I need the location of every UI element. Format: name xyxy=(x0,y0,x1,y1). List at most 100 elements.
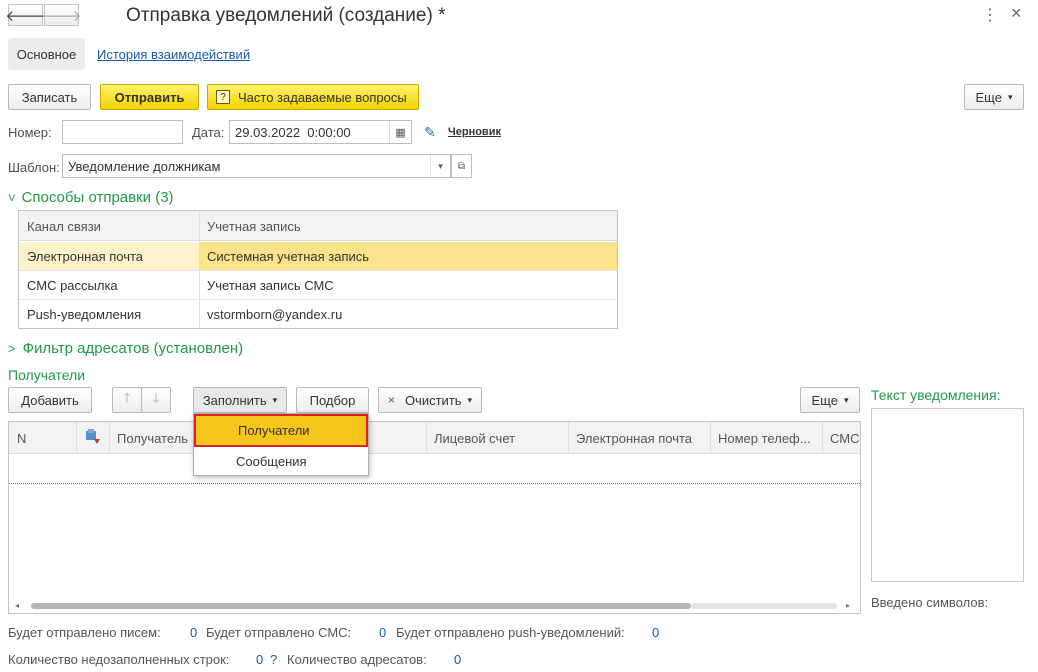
table-cell-channel[interactable]: СМС рассылка xyxy=(27,278,118,293)
dropdown-icon[interactable]: ▾ xyxy=(430,155,450,177)
arrow-left-icon: 🡐 xyxy=(5,7,46,25)
forward-button[interactable]: 🡒 xyxy=(41,4,82,26)
filter-title: Фильтр адресатов (установлен) xyxy=(22,340,244,357)
table-cell-account[interactable]: Учетная запись СМС xyxy=(207,278,334,293)
recipients-table: N Получатель Лицевой счет Электронная по… xyxy=(8,421,861,614)
column-header-account: Лицевой счет xyxy=(434,431,516,446)
incomplete-rows-label: Количество недозаполненных строк: xyxy=(8,652,230,667)
recipients-more-label: Еще xyxy=(811,392,838,408)
menu-item-recipients[interactable]: Получатели xyxy=(194,414,368,447)
move-up-button[interactable]: 🡑 xyxy=(112,387,142,413)
scroll-right-icon[interactable]: ▸ xyxy=(846,601,850,610)
methods-title: Способы отправки (3) xyxy=(21,189,174,206)
recipients-count-label: Количество адресатов: xyxy=(287,652,427,667)
edit-status-icon: ✎ xyxy=(424,124,436,140)
menu-item-recipients-label: Получатели xyxy=(238,423,310,438)
push-count-label: Будет отправлено push-уведомлений: xyxy=(396,625,625,640)
faq-button-label: Часто задаваемые вопросы xyxy=(238,89,407,105)
table-cell-account[interactable]: vstormborn@yandex.ru xyxy=(207,307,342,322)
pick-button[interactable]: Подбор xyxy=(296,387,369,413)
chars-count-label: Введено символов: xyxy=(871,595,989,610)
column-header-account: Учетная запись xyxy=(207,219,301,234)
sms-count-label: Будет отправлено СМС: xyxy=(206,625,352,640)
clear-button[interactable]: × Очистить ▾ xyxy=(378,387,482,413)
arrow-down-icon: 🡓 xyxy=(152,390,160,405)
methods-table-header xyxy=(19,211,617,241)
menu-item-messages-label: Сообщения xyxy=(236,454,307,469)
status-link[interactable]: Черновик xyxy=(448,126,501,138)
date-field[interactable]: 29.03.2022 0:00:00 ▦ xyxy=(229,120,412,144)
date-label: Дата: xyxy=(192,125,225,140)
column-header-channel: Канал связи xyxy=(27,219,101,234)
template-field[interactable]: Уведомление должникам ▾ xyxy=(62,154,451,178)
recipients-title: Получатели xyxy=(8,367,86,383)
question-icon: ? xyxy=(216,90,230,104)
methods-section-toggle[interactable]: > Способы отправки (3) xyxy=(4,189,174,206)
save-button-label: Записать xyxy=(21,89,78,105)
arrow-up-icon: 🡑 xyxy=(123,390,131,405)
send-button[interactable]: Отправить xyxy=(100,84,199,110)
close-icon: × xyxy=(387,393,395,407)
scrollbar-track xyxy=(691,603,837,609)
column-header-recipient: Получатель xyxy=(117,431,189,446)
number-field[interactable] xyxy=(62,120,183,144)
column-header-phone: Номер телеф... xyxy=(718,431,811,446)
horizontal-scrollbar[interactable] xyxy=(31,603,691,609)
message-title: Текст уведомления: xyxy=(871,387,1001,403)
filter-section-toggle[interactable]: > Фильтр адресатов (установлен) xyxy=(8,340,243,357)
tab-main-label: Основное xyxy=(16,46,77,62)
letters-count-label: Будет отправлено писем: xyxy=(8,625,161,640)
menu-item-messages[interactable]: Сообщения xyxy=(194,448,368,475)
move-down-button[interactable]: 🡓 xyxy=(141,387,171,413)
number-label: Номер: xyxy=(8,125,52,140)
template-value: Уведомление должникам xyxy=(68,159,221,174)
fill-button-label: Заполнить xyxy=(202,392,267,408)
date-value: 29.03.2022 0:00:00 xyxy=(235,125,351,140)
window-title: Отправка уведомлений (создание) * xyxy=(126,5,446,26)
pick-button-label: Подбор xyxy=(309,392,356,408)
more-button[interactable]: Еще ▾ xyxy=(964,84,1024,110)
clear-button-label: Очистить xyxy=(404,392,462,408)
add-button[interactable]: Добавить xyxy=(8,387,92,413)
column-header-email: Электронная почта xyxy=(576,431,693,446)
back-button[interactable]: 🡐 xyxy=(5,4,46,26)
sms-count-value: 0 xyxy=(379,625,387,640)
close-icon[interactable]: × xyxy=(1011,3,1022,24)
incomplete-rows-value: 0 xyxy=(256,652,264,667)
recipients-count-value: 0 xyxy=(454,652,462,667)
table-cell-channel[interactable]: Push-уведомления xyxy=(27,307,141,322)
save-button[interactable]: Записать xyxy=(8,84,91,110)
caret-down-icon: ▾ xyxy=(843,394,849,405)
recipient-type-icon xyxy=(84,428,102,446)
add-button-label: Добавить xyxy=(21,392,79,408)
methods-table: Канал связи Учетная запись Электронная п… xyxy=(18,210,618,329)
scroll-left-icon[interactable]: ◂ xyxy=(15,601,19,610)
more-actions-icon[interactable]: ⋮ xyxy=(982,5,998,25)
column-header-n: N xyxy=(17,431,27,446)
new-row-marker xyxy=(9,483,860,484)
tab-history[interactable]: История взаимодействий xyxy=(97,47,250,62)
fill-dropdown-menu: Получатели Сообщения xyxy=(193,413,369,476)
caret-down-icon: ▾ xyxy=(467,394,473,405)
tab-main[interactable]: Основное xyxy=(8,38,85,70)
push-count-value: 0 xyxy=(652,625,660,640)
caret-down-icon: ▾ xyxy=(272,394,278,405)
table-cell-account[interactable]: Системная учетная запись xyxy=(207,249,369,264)
help-icon[interactable]: ? xyxy=(270,652,277,667)
send-button-label: Отправить xyxy=(114,89,185,105)
column-header-sms: СМС xyxy=(830,431,860,446)
calendar-icon[interactable]: ▦ xyxy=(389,121,411,143)
caret-down-icon: ▾ xyxy=(1007,91,1013,102)
chevron-down-icon: > xyxy=(4,193,20,202)
letters-count-value: 0 xyxy=(190,625,198,640)
fill-button[interactable]: Заполнить ▾ xyxy=(193,387,287,413)
chevron-right-icon: > xyxy=(8,341,16,356)
arrow-right-icon: 🡒 xyxy=(41,7,82,25)
faq-button[interactable]: ? Часто задаваемые вопросы xyxy=(207,84,419,110)
message-textarea[interactable] xyxy=(871,408,1024,582)
recipients-more-button[interactable]: Еще ▾ xyxy=(800,387,860,413)
more-button-label: Еще xyxy=(975,89,1002,105)
template-label: Шаблон: xyxy=(8,160,60,175)
open-template-icon[interactable]: ⧉ xyxy=(451,154,472,178)
table-cell-channel[interactable]: Электронная почта xyxy=(27,249,143,264)
